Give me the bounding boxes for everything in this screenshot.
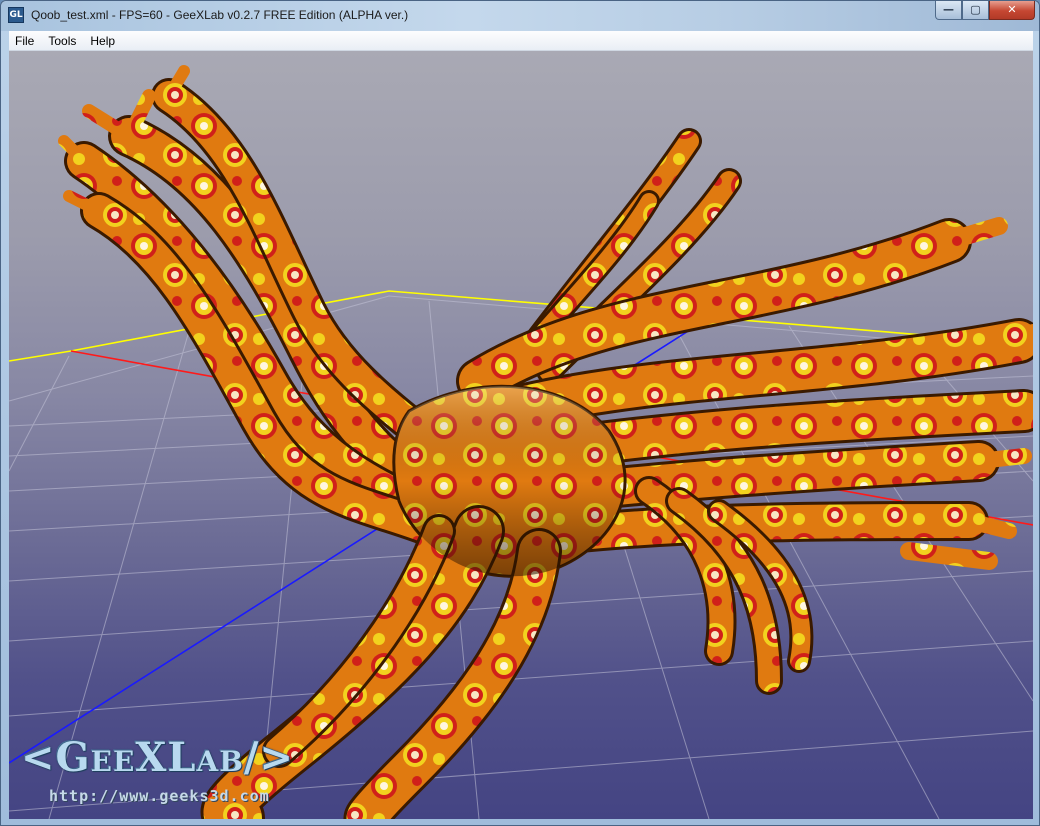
scene-canvas [9,65,1033,819]
render-viewport[interactable]: <GeeXLab/> http://www.geeks3d.com [9,51,1033,819]
window-title: Qoob_test.xml - FPS=60 - GeeXLab v0.2.7 … [31,8,409,22]
close-button[interactable]: ✕ [989,1,1035,20]
title-bar[interactable]: GL Qoob_test.xml - FPS=60 - GeeXLab v0.2… [1,1,1039,31]
geexlab-logo: <GeeXLab/> [21,734,295,781]
menu-tools[interactable]: Tools [41,31,83,51]
menu-file[interactable]: File [9,31,41,51]
minimize-button[interactable]: — [935,1,962,20]
app-window: GL Qoob_test.xml - FPS=60 - GeeXLab v0.2… [0,0,1040,826]
tentacle-model [58,65,1033,819]
menu-help[interactable]: Help [83,31,122,51]
geeks3d-url: http://www.geeks3d.com [49,787,270,805]
menu-bar: File Tools Help [9,31,1033,51]
caption-buttons: — ▢ ✕ [935,1,1035,21]
geexlab-app-icon[interactable]: GL [8,7,24,23]
maximize-button[interactable]: ▢ [962,1,989,20]
